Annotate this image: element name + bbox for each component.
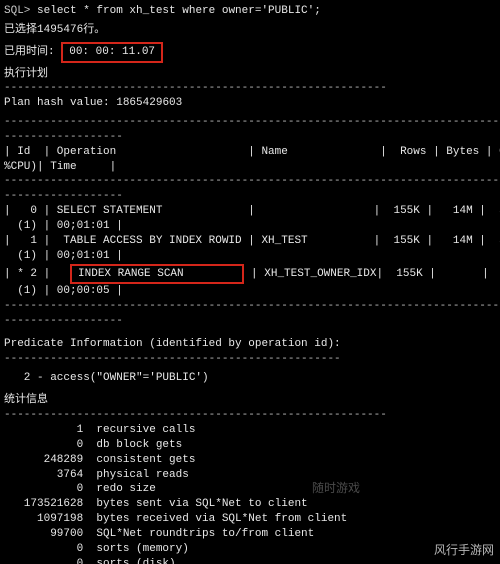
stats-line: 0 sorts (disk) <box>4 557 496 564</box>
exec-plan-title: 执行计划 <box>4 67 496 82</box>
plan-border-bot2: ------------------ <box>4 314 496 329</box>
terminal-screen[interactable]: SQL> select * from xh_test where owner='… <box>0 0 500 564</box>
plan-border-top: ----------------------------------------… <box>4 115 496 130</box>
plan-row-cont: (1) | 00;00:05 | <box>4 284 496 299</box>
plan-hash-value: 1865429603 <box>116 97 182 109</box>
predicate-header: Predicate Information (identified by ope… <box>4 337 496 352</box>
stats-line: 1 recursive calls <box>4 423 496 438</box>
watermark-center: 随时游戏 <box>312 480 360 496</box>
stats-line: 0 db block gets <box>4 438 496 453</box>
plan-row-cont: (1) | 00;01:01 | <box>4 249 496 264</box>
plan-hash-line: Plan hash value: 1865429603 <box>4 96 496 111</box>
stats-line: 1097198 bytes received via SQL*Net from … <box>4 512 496 527</box>
plan-row: | 1 | TABLE ACCESS BY INDEX ROWID | XH_T… <box>4 234 496 249</box>
predicate-dash: ----------------------------------------… <box>4 352 496 367</box>
stats-line: 0 redo size <box>4 482 496 497</box>
plan-border-mid: ----------------------------------------… <box>4 174 496 189</box>
plan-row-cont: (1) | 00;01:01 | <box>4 219 496 234</box>
plan-border-bot: ----------------------------------------… <box>4 299 496 314</box>
elapsed-line: 已用时间: 00: 00: 11.07 <box>4 42 496 63</box>
plan-border-top2: ------------------ <box>4 130 496 145</box>
plan-row: | 0 | SELECT STATEMENT | | 155K | 14M | … <box>4 204 496 219</box>
plan-body: | 0 | SELECT STATEMENT | | 155K | 14M | … <box>4 204 496 299</box>
exec-plan-dash: ----------------------------------------… <box>4 81 496 96</box>
sql-command-line: SQL> select * from xh_test where owner='… <box>4 4 496 19</box>
stats-line: 0 sorts (memory) <box>4 542 496 557</box>
stats-line: 3764 physical reads <box>4 468 496 483</box>
plan-header-row: | Id | Operation | Name | Rows | Bytes |… <box>4 145 496 175</box>
stats-line: 248289 consistent gets <box>4 453 496 468</box>
elapsed-label: 已用时间: <box>4 46 55 58</box>
index-range-scan: INDEX RANGE SCAN <box>70 264 244 285</box>
predicate-line: 2 - access("OWNER"='PUBLIC') <box>4 371 496 386</box>
elapsed-value: 00: 00: 11.07 <box>61 42 163 63</box>
stats-line: 99700 SQL*Net roundtrips to/from client <box>4 527 496 542</box>
plan-row: | * 2 | INDEX RANGE SCAN | XH_TEST_OWNER… <box>4 264 496 285</box>
stats-dash: ----------------------------------------… <box>4 408 496 423</box>
plan-hash-label: Plan hash value: <box>4 97 110 109</box>
sql-query: select * from xh_test where owner='PUBLI… <box>37 5 321 17</box>
stats-body: 1 recursive calls 0 db block gets 248289… <box>4 423 496 564</box>
sql-prompt: SQL> <box>4 5 30 17</box>
stats-line: 173521628 bytes sent via SQL*Net to clie… <box>4 497 496 512</box>
stats-title: 统计信息 <box>4 393 496 408</box>
watermark-corner: 风行手游网 <box>434 542 494 558</box>
rows-selected: 已选择1495476行。 <box>4 23 496 38</box>
plan-border-mid2: ------------------ <box>4 189 496 204</box>
